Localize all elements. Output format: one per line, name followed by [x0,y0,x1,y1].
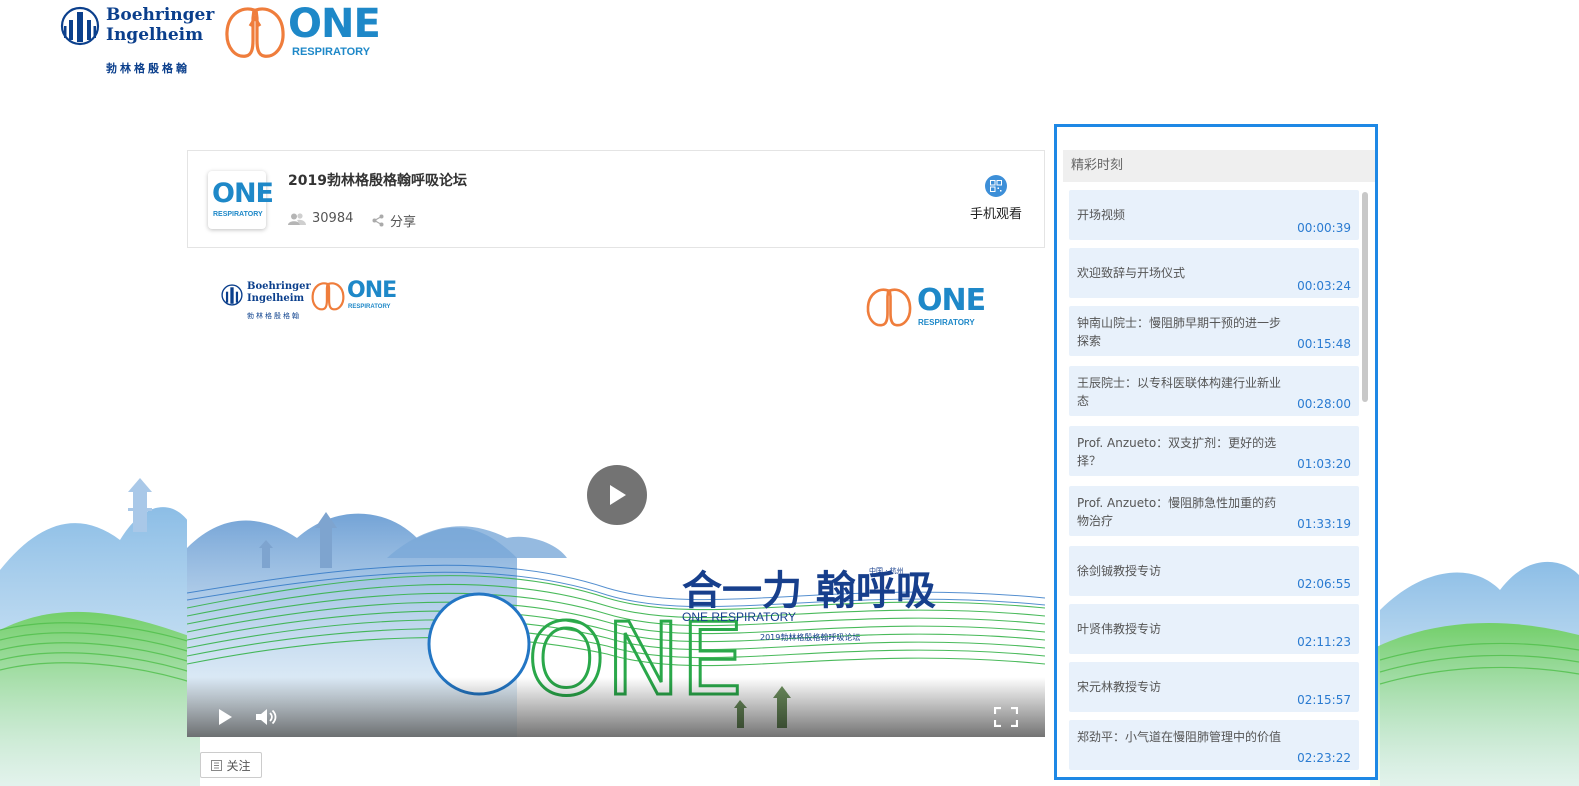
highlight-title: 叶贤伟教授专访 [1077,622,1162,636]
highlight-time: 00:15:48 [1297,337,1351,351]
highlights-panel: 精彩时刻 开场视频 00:00:39 欢迎致辞与开场仪式 00:03:24 钟南… [1054,124,1378,780]
highlight-title: Prof. Anzueto：双支扩剂：更好的选择？ [1077,436,1277,468]
highlight-time: 02:11:23 [1297,635,1351,649]
highlight-title: 徐剑铖教授专访 [1077,564,1162,578]
highlight-item[interactable]: 王辰院士：以专科医联体构建行业新业态 00:28:00 [1069,366,1359,416]
channel-logo: ONE RESPIRATORY [208,171,274,229]
fullscreen-icon[interactable] [994,707,1018,727]
highlights-header: 精彩时刻 [1063,150,1375,182]
highlight-item[interactable]: 叶贤伟教授专访 02:11:23 [1069,604,1359,654]
bi-emblem-small-icon [221,284,243,306]
play-button-large[interactable] [587,465,647,525]
viewer-count: 30984 [288,211,353,226]
one-logo-word: ONE [288,1,381,47]
highlight-title: 宋元林教授专访 [1077,680,1162,694]
event-title: 2019勃林格殷格翰呼吸论坛 [288,173,467,189]
player-controls [187,677,1045,737]
share-label: 分享 [390,215,417,230]
highlight-time: 00:03:24 [1297,279,1351,293]
share-button[interactable]: 分享 [372,211,416,230]
poster-location: 中国 · 杭州 [869,566,904,575]
highlight-title: 开场视频 [1077,208,1126,222]
highlight-title: Prof. Anzueto：慢阻肺急性加重的药物治疗 [1077,496,1277,528]
follow-button[interactable]: 关注 [200,752,262,778]
highlight-time: 01:33:19 [1297,517,1351,531]
mobile-watch-label: 手机观看 [969,207,1022,222]
video-player[interactable]: Boehringer Ingelheim 勃林格殷格翰 ONE RESPIRAT… [187,258,1045,737]
video-one-word: ONE [347,278,397,303]
bi-company-name: Boehringer Ingelheim [106,5,215,45]
one-logo-subword: RESPIRATORY [292,46,371,58]
play-icon [610,485,626,505]
play-control-icon[interactable] [217,708,233,726]
highlight-time: 01:03:20 [1297,457,1351,471]
poster-forum-name: 2019勃林格殷格翰呼吸论坛 [760,632,860,642]
video-lungs-right-icon [866,288,912,327]
highlight-title: 欢迎致辞与开场仪式 [1077,266,1186,280]
video-lungs-icon [311,282,345,311]
highlight-item[interactable]: 欢迎致辞与开场仪式 00:03:24 [1069,248,1359,298]
share-icon [372,214,384,227]
poster-slogan-en: ONE RESPIRATORY [682,610,796,624]
video-right-one-word: ONE [917,283,986,318]
highlight-item[interactable]: Prof. Anzueto：慢阻肺急性加重的药物治疗 01:33:19 [1069,486,1359,536]
highlight-time: 02:06:55 [1297,577,1351,591]
video-one-logo-right: ONE RESPIRATORY [865,284,986,330]
volume-icon[interactable] [255,708,277,726]
channel-logo-word: ONE [212,178,274,209]
follow-icon [211,759,223,771]
highlight-time: 02:23:22 [1297,751,1351,765]
bi-company-name-cn: 勃林格殷格翰 [106,62,190,75]
lungs-icon [225,7,285,58]
video-bi-name-cn: 勃林格殷格翰 [247,312,301,320]
highlight-item[interactable]: Prof. Anzueto：双支扩剂：更好的选择？ 01:03:20 [1069,426,1359,476]
video-bi-name: Boehringer Ingelheim [247,281,311,304]
mobile-watch-button[interactable]: 手机观看 [958,175,1034,222]
event-info-bar: ONE RESPIRATORY 2019勃林格殷格翰呼吸论坛 30984 分享 … [187,150,1045,248]
highlight-item[interactable]: 宋元林教授专访 02:15:57 [1069,662,1359,712]
follow-label: 关注 [226,758,251,773]
highlight-title: 王辰院士：以专科医联体构建行业新业态 [1077,376,1282,408]
users-icon [288,212,306,225]
viewer-count-value: 30984 [312,211,354,226]
highlight-title: 郑劲平：小气道在慢阻肺管理中的价值 [1077,730,1282,744]
highlight-title: 钟南山院士：慢阻肺早期干预的进一步探索 [1077,316,1282,348]
highlight-time: 00:28:00 [1297,397,1351,411]
highlight-item[interactable]: 开场视频 00:00:39 [1069,190,1359,240]
qr-code-icon [985,175,1007,197]
one-respiratory-logo: ONE RESPIRATORY [224,2,381,64]
video-sponsor-logos: Boehringer Ingelheim 勃林格殷格翰 ONE RESPIRAT… [217,278,397,334]
channel-logo-subword: RESPIRATORY [213,211,263,218]
highlight-item[interactable]: 郑劲平：小气道在慢阻肺管理中的价值 02:23:22 [1069,720,1359,770]
video-right-one-subword: RESPIRATORY [918,318,975,327]
highlight-time: 00:00:39 [1297,221,1351,235]
highlight-item[interactable]: 徐剑铖教授专访 02:06:55 [1069,546,1359,596]
bi-emblem-icon [60,6,100,46]
video-one-subword: RESPIRATORY [348,304,391,310]
highlight-time: 02:15:57 [1297,693,1351,707]
highlights-scrollbar[interactable] [1362,192,1368,402]
boehringer-ingelheim-logo: Boehringer Ingelheim 勃林格殷格翰 [58,4,214,76]
highlight-item[interactable]: 钟南山院士：慢阻肺早期干预的进一步探索 00:15:48 [1069,306,1359,356]
